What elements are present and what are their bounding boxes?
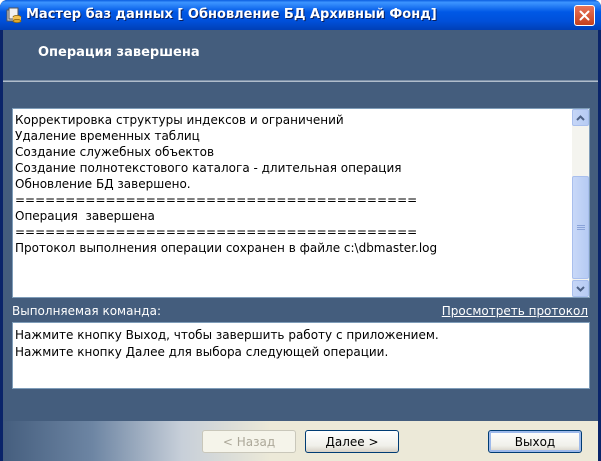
view-protocol-link[interactable]: Просмотреть протокол	[442, 304, 588, 318]
arrow-down-icon	[576, 285, 585, 292]
grip-icon	[576, 224, 585, 230]
log-line: Создание служебных объектов	[15, 145, 215, 159]
log-lines: Корректировка структуры индексов и огран…	[15, 112, 570, 256]
back-button[interactable]: < Назад	[202, 430, 296, 453]
wizard-window: Мастер баз данных [ Обновление БД Архивн…	[0, 0, 601, 461]
log-line: Создание полнотекстового каталога - длит…	[15, 161, 402, 175]
close-icon	[579, 10, 590, 21]
log-line: Обновление БД завершено.	[15, 177, 191, 191]
command-label: Выполняемая команда:	[12, 304, 161, 318]
title-bar[interactable]: Мастер баз данных [ Обновление БД Архивн…	[0, 0, 601, 30]
log-line: Операция завершена	[15, 209, 155, 223]
command-line: Нажмите кнопку Выход, чтобы завершить ра…	[15, 328, 439, 342]
wizard-client-area: Операция завершена Корректировка структу…	[3, 30, 598, 461]
next-button[interactable]: Далее >	[305, 430, 399, 453]
page-title: Операция завершена	[38, 45, 200, 60]
scroll-down-button[interactable]	[572, 280, 589, 297]
command-line: Нажмите кнопку Далее для выбора следующе…	[15, 345, 389, 359]
scroll-thumb[interactable]	[572, 176, 589, 279]
close-button[interactable]	[574, 5, 595, 26]
log-line: Корректировка структуры индексов и огран…	[15, 113, 344, 127]
log-line: ========================================	[15, 225, 418, 239]
log-line: ========================================	[15, 193, 418, 207]
database-wizard-icon	[6, 7, 22, 23]
exit-button[interactable]: Выход	[488, 430, 582, 453]
arrow-up-icon	[576, 114, 585, 121]
button-bar: < Назад Далее > Выход	[3, 421, 598, 461]
header-divider	[3, 80, 598, 82]
operation-log[interactable]: Корректировка структуры индексов и огран…	[12, 108, 590, 298]
log-scrollbar[interactable]	[572, 109, 589, 297]
log-line: Удаление временных таблиц	[15, 129, 200, 143]
command-lines: Нажмите кнопку Выход, чтобы завершить ра…	[15, 327, 439, 361]
log-line: Протокол выполнения операции сохранен в …	[15, 241, 438, 255]
window-title: Мастер баз данных [ Обновление БД Архивн…	[26, 7, 437, 22]
scroll-up-button[interactable]	[572, 109, 589, 126]
command-output[interactable]: Нажмите кнопку Выход, чтобы завершить ра…	[12, 322, 590, 389]
